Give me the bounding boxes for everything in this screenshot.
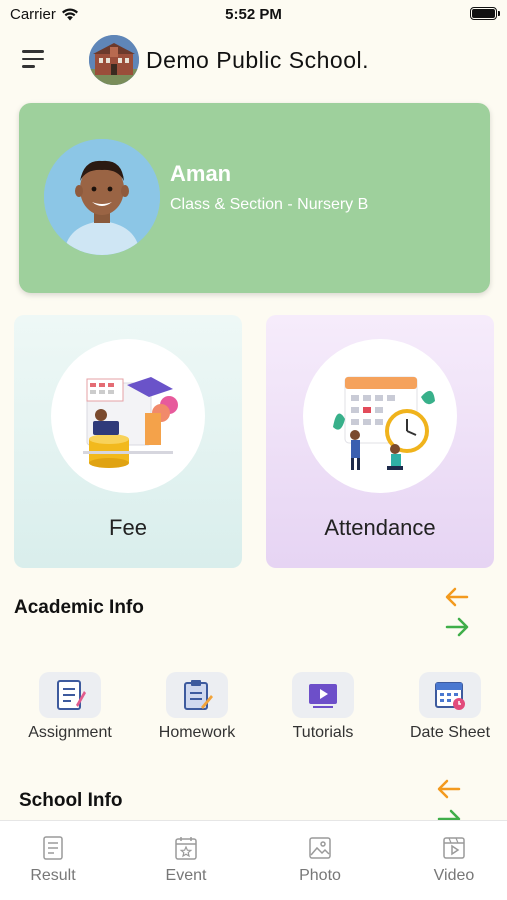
tab-result-label: Result (30, 867, 76, 884)
tutorials-button[interactable]: Tutorials (268, 672, 378, 742)
attendance-illustration-icon (303, 339, 457, 493)
academic-info-arrows[interactable] (444, 586, 474, 638)
date-sheet-icon (419, 672, 481, 718)
attendance-label: Attendance (324, 515, 436, 540)
battery-icon (470, 7, 500, 20)
tab-event[interactable]: Event (136, 835, 236, 885)
student-avatar (44, 139, 160, 255)
photo-icon (308, 835, 332, 861)
result-icon (41, 835, 65, 861)
student-name: Aman (170, 161, 232, 186)
tab-photo-label: Photo (299, 867, 341, 884)
hamburger-menu-button[interactable] (22, 50, 48, 72)
tab-event-label: Event (165, 867, 207, 884)
app-header: Demo Public School. (0, 32, 507, 88)
academic-info-title: Academic Info (14, 597, 144, 618)
tab-photo[interactable]: Photo (270, 835, 370, 885)
tab-result[interactable]: Result (3, 835, 103, 885)
school-name: Demo Public School. (146, 47, 369, 73)
assignment-button[interactable]: Assignment (15, 672, 125, 742)
assignment-icon (39, 672, 101, 718)
status-bar: Carrier 5:52 PM (0, 0, 507, 30)
arrow-right-icon[interactable] (444, 616, 470, 638)
date-sheet-label: Date Sheet (409, 724, 491, 741)
video-icon (442, 835, 466, 861)
tab-video-label: Video (433, 867, 475, 884)
tutorials-label: Tutorials (292, 724, 354, 741)
homework-icon (166, 672, 228, 718)
tutorials-icon (292, 672, 354, 718)
fee-tile[interactable]: Fee (14, 315, 242, 568)
homework-label: Homework (158, 724, 236, 741)
tab-video[interactable]: Video (404, 835, 504, 885)
student-profile-card[interactable]: Aman Class & Section - Nursery B (19, 103, 490, 293)
fee-label: Fee (109, 515, 147, 540)
school-info-title: School Info (19, 790, 123, 811)
assignment-label: Assignment (28, 724, 112, 741)
event-icon (174, 835, 198, 861)
arrow-left-icon[interactable] (444, 586, 470, 608)
bottom-tab-bar: Result Event Photo Video (0, 820, 507, 900)
attendance-tile[interactable]: Attendance (266, 315, 494, 568)
fee-illustration-icon (51, 339, 205, 493)
homework-button[interactable]: Homework (142, 672, 252, 742)
date-sheet-button[interactable]: Date Sheet (395, 672, 505, 742)
student-class-section: Class & Section - Nursery B (170, 196, 369, 213)
status-time: 5:52 PM (225, 6, 282, 23)
school-logo (89, 35, 139, 85)
arrow-left-icon[interactable] (436, 778, 462, 800)
